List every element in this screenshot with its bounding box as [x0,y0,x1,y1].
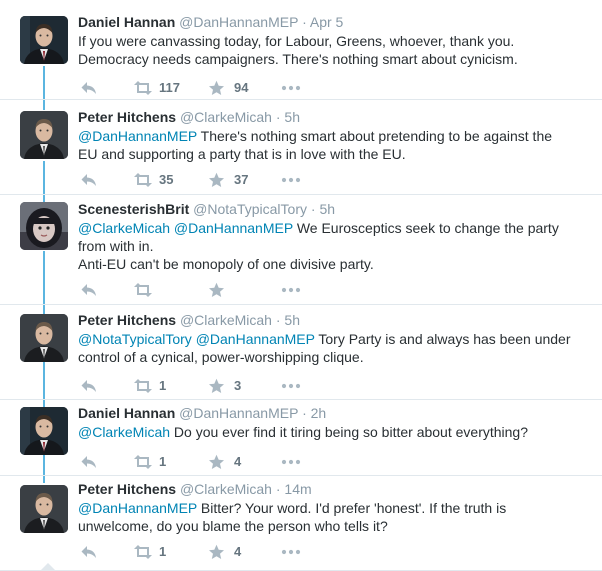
tweet-header: Peter Hitchens @ClarkeMicah · 5h [78,108,590,126]
favorite-count: 4 [234,544,242,559]
tweet-text-line: Democracy needs campaigners. There's not… [78,50,590,68]
retweet-count: 1 [159,454,167,469]
mention-link[interactable]: @ClarkeMicah [78,424,170,440]
tweet-text: @ClarkeMicah Do you ever find it tiring … [78,423,590,441]
mention-link[interactable]: @NotaTypicalTory [78,331,192,347]
tweet-text-line: @DanHannanMEP There's nothing smart abou… [78,127,590,145]
author-handle[interactable]: @DanHannanMEP [179,405,298,421]
author-name[interactable]: Peter Hitchens [78,109,176,125]
retweet-count: 117 [159,80,180,95]
author-handle[interactable]: @ClarkeMicah [180,481,272,497]
tweet-timestamp[interactable]: Apr 5 [310,14,343,30]
conversation-thread: Daniel Hannan @DanHannanMEP · Apr 5 If yo… [0,0,602,571]
tweet-text-line: @DanHannanMEP Bitter? Your word. I'd pre… [78,499,590,517]
author-name[interactable]: Daniel Hannan [78,14,175,30]
tweet-text: @ClarkeMicah @DanHannanMEP We Euroscepti… [78,219,590,273]
tweet-timestamp[interactable]: 5h [319,201,335,217]
favorite-count: 4 [234,454,242,469]
author-handle[interactable]: @DanHannanMEP [179,14,298,30]
tweet-text-line: If you were canvassing today, for Labour… [78,32,590,50]
tweet-header: Daniel Hannan @DanHannanMEP · 2h [78,404,590,422]
retweet-count: 1 [159,544,167,559]
tweet[interactable]: Peter Hitchens @ClarkeMicah · 5h @NotaTyp… [0,305,602,400]
text-segment: control of a cynical, power-worshipping … [78,349,364,365]
text-segment: Democracy needs campaigners. There's not… [78,51,518,67]
author-handle[interactable]: @ClarkeMicah [180,312,272,328]
text-segment: Do you ever find it tiring being so bitt… [170,424,528,440]
favorite-count: 94 [234,80,249,95]
tweet[interactable]: Peter Hitchens @ClarkeMicah · 14m @DanHan… [0,476,602,571]
tweet[interactable]: Daniel Hannan @DanHannanMEP · Apr 5 If yo… [0,0,602,100]
retweet-count: 1 [159,378,167,393]
avatar[interactable] [20,485,68,533]
text-segment: We Eurosceptics seek to change the party [292,220,559,236]
tweet-text-line: @NotaTypicalTory @DanHannanMEP Tory Part… [78,330,590,348]
retweet-count: 35 [159,172,174,187]
tweet-header: ScenesterishBrit @NotaTypicalTory · 5h [78,200,590,218]
separator-dot: · [275,312,281,328]
tweet-text: @NotaTypicalTory @DanHannanMEP Tory Part… [78,330,590,366]
tweet-timestamp[interactable]: 2h [311,405,327,421]
tweet[interactable]: Peter Hitchens @ClarkeMicah · 5h @DanHann… [0,100,602,195]
author-name[interactable]: Peter Hitchens [78,481,176,497]
tweet-timestamp[interactable]: 14m [284,481,311,497]
author-name[interactable]: Daniel Hannan [78,405,175,421]
tweet-text-line: control of a cynical, power-worshipping … [78,348,590,366]
mention-link[interactable]: @DanHannanMEP [78,500,197,516]
mention-link[interactable]: @ClarkeMicah [78,220,170,236]
separator-dot: · [310,201,316,217]
mention-link[interactable]: @DanHannanMEP [174,220,293,236]
tweet-text: @DanHannanMEP There's nothing smart abou… [78,127,590,163]
tweet[interactable]: Daniel Hannan @DanHannanMEP · 2h @ClarkeM… [0,400,602,476]
thread-continuation-caret [40,563,56,571]
text-segment: There's nothing smart about pretending t… [197,128,553,144]
separator-dot: · [275,481,281,497]
avatar[interactable] [20,314,68,362]
avatar[interactable] [20,407,68,455]
mention-link[interactable]: @DanHannanMEP [78,128,197,144]
tweet-text-line: unwelcome, do you blame the person who t… [78,517,590,535]
tweet-timestamp[interactable]: 5h [284,109,300,125]
tweet-text-line: @ClarkeMicah Do you ever find it tiring … [78,423,590,441]
avatar[interactable] [20,202,68,250]
author-name[interactable]: ScenesterishBrit [78,201,189,217]
text-segment: Tory Party is and always has been under [314,331,571,347]
tweet-text-line: from with in. [78,237,590,255]
author-name[interactable]: Peter Hitchens [78,312,176,328]
favorite-count: 37 [234,172,249,187]
author-handle[interactable]: @NotaTypicalTory [193,201,307,217]
tweet-text: @DanHannanMEP Bitter? Your word. I'd pre… [78,499,590,535]
tweet-text-line: Anti-EU can't be monopoly of one divisiv… [78,255,590,273]
text-segment: from with in. [78,238,154,254]
text-segment: If you were canvassing today, for Labour… [78,33,515,49]
tweet-text: If you were canvassing today, for Labour… [78,32,590,68]
tweet-header: Peter Hitchens @ClarkeMicah · 14m [78,480,590,498]
tweet-header: Daniel Hannan @DanHannanMEP · Apr 5 [78,13,590,31]
tweet-text-line: @ClarkeMicah @DanHannanMEP We Euroscepti… [78,219,590,237]
tweet[interactable]: ScenesterishBrit @NotaTypicalTory · 5h @C… [0,195,602,305]
author-handle[interactable]: @ClarkeMicah [180,109,272,125]
mention-link[interactable]: @DanHannanMEP [196,331,315,347]
text-segment: unwelcome, do you blame the person who t… [78,518,388,534]
tweet-timestamp[interactable]: 5h [284,312,300,328]
tweet-text-line: EU and supporting a party that is in lov… [78,145,590,163]
separator-dot: · [275,109,281,125]
tweet-header: Peter Hitchens @ClarkeMicah · 5h [78,311,590,329]
avatar[interactable] [20,111,68,159]
text-segment: Bitter? Your word. I'd prefer 'honest'. … [197,500,507,516]
favorite-count: 3 [234,378,242,393]
avatar[interactable] [20,16,68,64]
separator-dot: · [302,14,307,30]
text-segment: Anti-EU can't be monopoly of one divisiv… [78,256,374,272]
text-segment: EU and supporting a party that is in lov… [78,146,406,162]
separator-dot: · [302,405,307,421]
